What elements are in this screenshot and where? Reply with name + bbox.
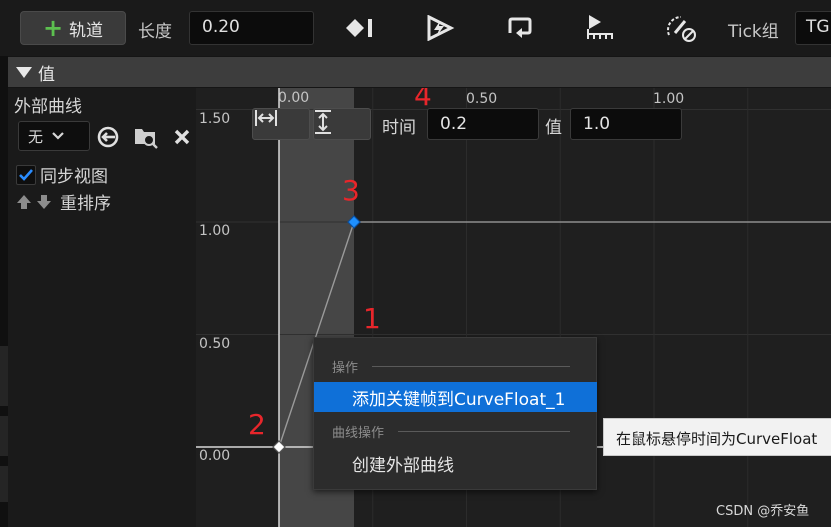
time-label: 时间 xyxy=(382,118,416,138)
use-selected-asset-icon[interactable] xyxy=(94,123,122,151)
create-external-curve-menu-item[interactable]: 创建外部曲线 xyxy=(314,448,597,478)
value-input[interactable]: 1.0 xyxy=(570,108,682,140)
collapse-triangle-icon[interactable] xyxy=(16,66,32,78)
section-title: 值 xyxy=(38,64,55,85)
x-tick-label: 0.50 xyxy=(466,91,498,107)
tick-group-select[interactable]: TG xyxy=(795,11,831,45)
time-input[interactable]: 0.2 xyxy=(427,108,539,140)
reorder-label: 重排序 xyxy=(60,194,111,214)
use-last-keyframe-icon[interactable] xyxy=(341,12,377,44)
fit-horizontal-button[interactable] xyxy=(252,108,310,140)
sync-view-row[interactable]: 同步视图 xyxy=(16,162,108,187)
check-icon xyxy=(19,168,33,181)
loop-icon[interactable] xyxy=(502,12,538,44)
curve-select-value: 无 xyxy=(28,127,44,146)
curve-options-panel: 外部曲线 无 同步视图 重排序 xyxy=(8,88,196,527)
autoplay-icon[interactable] xyxy=(422,12,458,44)
menu-section-actions: 操作 xyxy=(332,357,571,376)
annotation-marker-3: 3 xyxy=(342,174,360,207)
annotation-marker-2: 2 xyxy=(248,408,266,441)
replicated-timeline-icon[interactable] xyxy=(582,12,618,44)
chevron-down-icon xyxy=(52,132,64,140)
left-gutter xyxy=(0,56,8,527)
reorder-arrows-icon[interactable] xyxy=(16,194,54,210)
y-tick-label: 1.50 xyxy=(199,111,231,127)
menu-section-curve-actions: 曲线操作 xyxy=(332,422,571,441)
fit-horizontal-icon xyxy=(255,110,277,126)
menu-section-label: 曲线操作 xyxy=(332,426,385,441)
ignore-time-dilation-icon[interactable] xyxy=(664,12,700,44)
fit-vertical-button[interactable] xyxy=(313,108,371,140)
add-key-menu-item[interactable]: 添加关键帧到CurveFloat_1 xyxy=(314,382,597,412)
y-tick-label: 0.00 xyxy=(199,448,231,464)
y-tick-label: 0.50 xyxy=(199,336,231,352)
external-curve-label: 外部曲线 xyxy=(14,97,82,117)
tooltip: 在鼠标悬停时间为CurveFloat xyxy=(603,418,831,456)
add-track-label: 轨道 xyxy=(69,20,104,41)
value-label: 值 xyxy=(545,118,562,138)
annotation-marker-4: 4 xyxy=(414,88,432,112)
sync-view-checkbox[interactable] xyxy=(16,164,36,185)
tick-group-label: Tick组 xyxy=(728,22,779,42)
menu-section-label: 操作 xyxy=(332,361,359,376)
values-section-header[interactable]: 值 xyxy=(8,57,831,87)
clear-curve-icon[interactable] xyxy=(168,123,196,151)
graph-context-menu: 操作 添加关键帧到CurveFloat_1 曲线操作 创建外部曲线 xyxy=(313,337,597,490)
x-tick-label: 1.00 xyxy=(653,91,685,107)
sync-view-label: 同步视图 xyxy=(40,167,108,187)
length-label: 长度 xyxy=(138,22,172,42)
plus-icon: + xyxy=(42,14,64,42)
add-track-button[interactable]: + 轨道 xyxy=(20,11,126,45)
browse-asset-icon[interactable] xyxy=(132,123,160,151)
length-input[interactable]: 0.20 xyxy=(189,11,314,45)
external-curve-select[interactable]: 无 xyxy=(18,121,90,151)
x-tick-label: 0.00 xyxy=(278,90,310,106)
y-tick-label: 1.00 xyxy=(199,223,231,239)
annotation-marker-1: 1 xyxy=(363,302,381,335)
timeline-toolbar: + 轨道 长度 0.20 Tick组 TG xyxy=(0,0,831,56)
reorder-row[interactable]: 重排序 xyxy=(16,189,111,214)
fit-vertical-icon xyxy=(315,110,331,134)
watermark: CSDN @乔安鱼 xyxy=(716,504,810,519)
